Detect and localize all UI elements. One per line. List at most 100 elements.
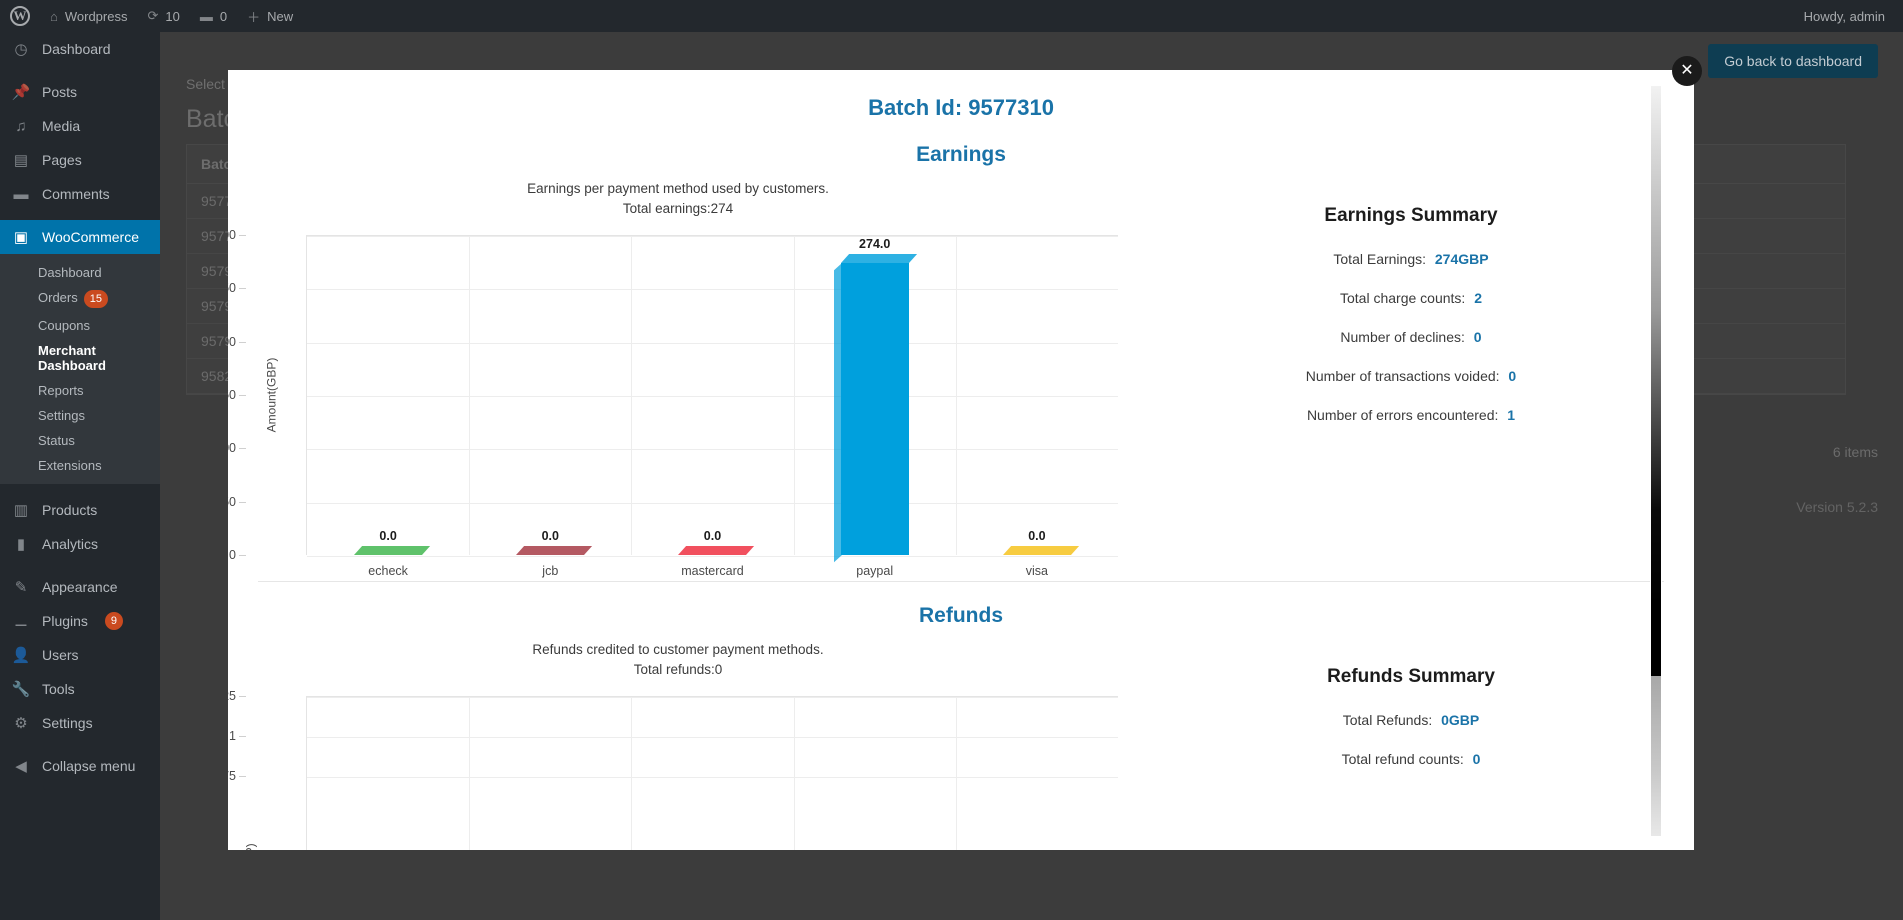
section-divider bbox=[258, 581, 1664, 582]
menu-separator bbox=[0, 484, 160, 493]
bar-group[interactable]: 0.0 mastercard bbox=[640, 529, 786, 578]
earnings-chart-subtitle: Total earnings:274 bbox=[622, 201, 734, 216]
gridline bbox=[307, 777, 1118, 778]
settings-icon: ⚙ bbox=[14, 715, 28, 732]
appearance-icon: ✎ bbox=[14, 579, 28, 596]
bar-group[interactable]: 0.0 jcb bbox=[477, 529, 623, 578]
sidebar-item-collapse-menu[interactable]: ◀ Collapse menu bbox=[0, 749, 160, 783]
gridline bbox=[307, 449, 1118, 451]
items-count: 6 items bbox=[1832, 444, 1878, 460]
summary-label: Number of transactions voided: bbox=[1305, 368, 1500, 384]
earnings-section-title: Earnings bbox=[916, 143, 1006, 166]
gridline-vertical bbox=[793, 697, 795, 850]
gridline bbox=[307, 236, 1118, 237]
x-axis-tick-label: mastercard bbox=[681, 564, 744, 578]
sidebar-item-woocommerce[interactable]: ▣ WooCommerce bbox=[0, 220, 160, 254]
refunds-chart-column: Refunds credited to customer payment met… bbox=[228, 628, 1128, 850]
sidebar-item-media[interactable]: ♫ Media bbox=[0, 109, 160, 143]
summary-row-total-earnings: Total Earnings: 274GBP bbox=[1128, 251, 1694, 267]
gridline bbox=[307, 697, 1118, 698]
menu-separator bbox=[0, 66, 160, 75]
bar[interactable] bbox=[347, 546, 431, 563]
summary-value: 2 bbox=[1474, 290, 1482, 306]
earnings-chart-title: Earnings per payment method used by cust… bbox=[527, 181, 829, 196]
updates-icon: ⟳ bbox=[147, 8, 159, 23]
refunds-section-title: Refunds bbox=[919, 604, 1003, 627]
summary-row-errors: Number of errors encountered: 1 bbox=[1128, 407, 1694, 423]
sidebar-item-dashboard[interactable]: ◷ Dashboard bbox=[0, 32, 160, 66]
earnings-chart-caption: Earnings per payment method used by cust… bbox=[228, 179, 1128, 219]
sidebar-item-settings[interactable]: ⚙ Settings bbox=[0, 706, 160, 740]
submenu-item-orders[interactable]: Orders 15 bbox=[0, 285, 160, 313]
submenu-item-dashboard[interactable]: Dashboard bbox=[0, 260, 160, 285]
sidebar-item-posts[interactable]: 📌 Posts bbox=[0, 75, 160, 109]
submenu-item-coupons[interactable]: Coupons bbox=[0, 313, 160, 338]
summary-row-refund-counts: Total refund counts: 0 bbox=[1128, 751, 1694, 767]
comments-button[interactable]: ▬ 0 bbox=[190, 0, 237, 32]
submenu-item-extensions[interactable]: Extensions bbox=[0, 453, 160, 478]
sidebar-item-tools[interactable]: 🔧 Tools bbox=[0, 672, 160, 706]
modal-scrollbar-track-lower[interactable] bbox=[1651, 676, 1661, 836]
gridline-vertical bbox=[793, 236, 795, 555]
x-axis-tick-label: paypal bbox=[856, 564, 894, 578]
modal-scrollbar-thumb[interactable] bbox=[1651, 86, 1661, 676]
updates-count: 10 bbox=[165, 8, 180, 24]
updates-button[interactable]: ⟳ 10 bbox=[137, 0, 189, 32]
summary-label: Total Refunds: bbox=[1342, 712, 1433, 728]
summary-row-charge-counts: Total charge counts: 2 bbox=[1128, 290, 1694, 306]
summary-value: 1 bbox=[1507, 407, 1516, 423]
sidebar-item-label: Appearance bbox=[42, 579, 118, 595]
submenu-item-status[interactable]: Status bbox=[0, 428, 160, 453]
bar-group[interactable]: 0.0 visa bbox=[964, 529, 1110, 578]
submenu-item-settings[interactable]: Settings bbox=[0, 403, 160, 428]
refunds-chart-subtitle: Total refunds:0 bbox=[633, 662, 723, 677]
earnings-summary-panel: Earnings Summary Total Earnings: 274GBP … bbox=[1128, 167, 1694, 446]
earnings-y-axis-label: Amount(GBP) bbox=[264, 357, 279, 433]
pages-icon: ▤ bbox=[13, 152, 29, 169]
modal-scrollbar[interactable] bbox=[1650, 72, 1662, 840]
go-back-to-dashboard-button[interactable]: Go back to dashboard bbox=[1708, 44, 1878, 78]
sidebar-item-analytics[interactable]: ▮ Analytics bbox=[0, 527, 160, 561]
sidebar-item-comments[interactable]: ▬ Comments bbox=[0, 177, 160, 211]
sidebar-item-appearance[interactable]: ✎ Appearance bbox=[0, 570, 160, 604]
sidebar-item-users[interactable]: 👤 Users bbox=[0, 638, 160, 672]
gridline-vertical bbox=[631, 236, 633, 555]
close-icon[interactable]: ✕ bbox=[1672, 56, 1702, 86]
site-name-label: Wordpress bbox=[64, 8, 128, 24]
submenu-item-merchant-dashboard[interactable]: Merchant Dashboard bbox=[0, 338, 160, 378]
sidebar-item-products[interactable]: ▥ Products bbox=[0, 493, 160, 527]
bar[interactable] bbox=[833, 253, 917, 563]
bar-group[interactable]: 0.0 echeck bbox=[315, 529, 461, 578]
sidebar-item-label: Analytics bbox=[42, 536, 99, 552]
menu-separator bbox=[0, 740, 160, 749]
new-content-button[interactable]: ＋ New bbox=[237, 0, 303, 32]
dashboard-icon: ◷ bbox=[14, 41, 28, 58]
bar[interactable] bbox=[995, 546, 1079, 563]
menu-separator bbox=[0, 561, 160, 570]
wordpress-logo-button[interactable]: W bbox=[0, 0, 40, 32]
bar[interactable] bbox=[671, 546, 755, 563]
refunds-chart-title: Refunds credited to customer payment met… bbox=[532, 642, 824, 657]
y-axis-tick-label: 0.1 bbox=[228, 729, 248, 743]
sidebar-item-pages[interactable]: ▤ Pages bbox=[0, 143, 160, 177]
summary-row-voided: Number of transactions voided: 0 bbox=[1128, 368, 1694, 384]
howdy-user-menu[interactable]: Howdy, admin bbox=[1804, 9, 1903, 24]
bar[interactable] bbox=[509, 546, 593, 563]
products-icon: ▥ bbox=[13, 502, 29, 519]
bar-side-face bbox=[833, 262, 842, 563]
y-axis-tick-label: 0 bbox=[229, 548, 248, 562]
refunds-chart: (GBP) echeckjcbmastercardpaypalvisa 0.12… bbox=[228, 689, 1118, 850]
plus-icon: ＋ bbox=[247, 9, 261, 25]
bar-group[interactable]: 274.0 paypal bbox=[802, 237, 948, 578]
gridline bbox=[307, 396, 1118, 397]
x-axis-tick-label: visa bbox=[1025, 564, 1049, 578]
gridline-vertical bbox=[469, 697, 471, 850]
status-badge: 9 bbox=[104, 612, 124, 630]
bar-value-label: 0.0 bbox=[1028, 529, 1046, 543]
gridline bbox=[307, 289, 1118, 291]
site-name-button[interactable]: ⌂ Wordpress bbox=[40, 0, 137, 32]
submenu-item-reports[interactable]: Reports bbox=[0, 378, 160, 403]
sidebar-item-plugins[interactable]: ⚊ Plugins 9 bbox=[0, 604, 160, 638]
earnings-chart-column: Earnings per payment method used by cust… bbox=[228, 167, 1128, 578]
gridline-vertical bbox=[631, 697, 633, 850]
